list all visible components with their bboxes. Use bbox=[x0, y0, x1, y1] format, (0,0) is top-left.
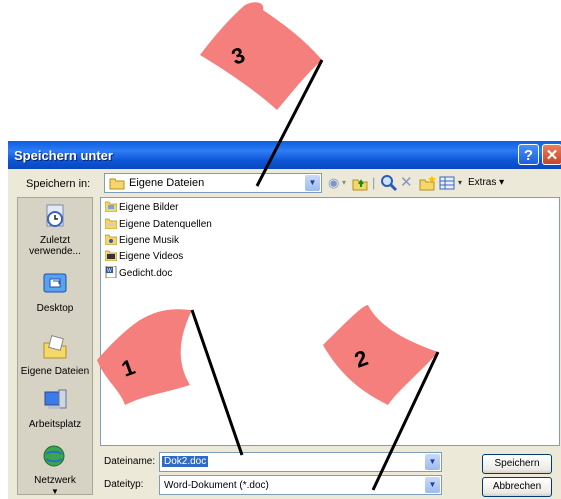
file-name: Eigene Videos bbox=[119, 251, 184, 262]
place-my-documents[interactable]: Eigene Dateien bbox=[18, 333, 92, 377]
place-network[interactable]: Netzwerk ▼ bbox=[18, 442, 92, 497]
cancel-button[interactable]: Abbrechen bbox=[482, 477, 552, 497]
list-item[interactable]: Eigene Datenquellen bbox=[105, 217, 212, 233]
place-label: Desktop bbox=[36, 303, 74, 314]
up-one-level-icon[interactable] bbox=[351, 174, 369, 192]
delete-icon[interactable]: ✕ bbox=[400, 174, 413, 192]
toolbar-separator: | bbox=[372, 175, 376, 190]
my-documents-icon bbox=[43, 335, 67, 359]
back-dropdown-icon[interactable]: ▾ bbox=[342, 174, 346, 192]
save-in-value: Eigene Dateien bbox=[129, 177, 205, 189]
extras-label: Extras bbox=[468, 177, 497, 188]
folder-icon bbox=[105, 250, 117, 261]
place-recent[interactable]: Zuletzt verwende... bbox=[18, 202, 92, 257]
network-icon bbox=[43, 445, 65, 467]
word-document-icon: W bbox=[105, 266, 117, 278]
list-item[interactable]: Eigene Musik bbox=[105, 233, 179, 249]
window-title: Speichern unter bbox=[14, 148, 113, 163]
help-button[interactable]: ? bbox=[518, 144, 539, 165]
views-dropdown-icon[interactable]: ▾ bbox=[458, 174, 462, 192]
filetype-value: Word-Dokument (*.doc) bbox=[164, 480, 269, 491]
list-item[interactable]: Eigene Bilder bbox=[105, 200, 178, 216]
scroll-down-icon[interactable]: ▼ bbox=[18, 486, 92, 497]
save-button[interactable]: Speichern bbox=[482, 454, 552, 474]
place-label: Arbeitsplatz bbox=[28, 419, 82, 430]
save-in-label: Speichern in: bbox=[26, 178, 91, 190]
folder-icon bbox=[105, 201, 117, 212]
views-icon[interactable] bbox=[438, 174, 456, 192]
list-item[interactable]: Eigene Videos bbox=[105, 249, 183, 265]
folder-icon bbox=[105, 218, 117, 229]
save-as-dialog: Speichern unter ? ✕ Speichern in: Eigene… bbox=[8, 141, 561, 499]
folder-icon bbox=[105, 234, 117, 245]
list-item[interactable]: W Gedicht.doc bbox=[105, 266, 172, 282]
my-computer-icon bbox=[44, 389, 67, 409]
folder-icon bbox=[109, 178, 125, 190]
file-name: Eigene Datenquellen bbox=[119, 219, 212, 230]
extras-menu[interactable]: Extras ▾ bbox=[468, 174, 504, 192]
desktop-icon bbox=[43, 273, 67, 293]
file-name: Eigene Musik bbox=[119, 235, 180, 246]
file-name: Eigene Bilder bbox=[119, 202, 179, 213]
place-my-computer[interactable]: Arbeitsplatz bbox=[18, 386, 92, 430]
recent-icon bbox=[46, 204, 64, 227]
annotation-flag-1: 1 bbox=[97, 309, 244, 456]
place-label: Eigene Dateien bbox=[20, 366, 90, 377]
annotation-flag-3: 3 bbox=[200, 2, 324, 187]
places-bar: Zuletzt verwende... Desktop Eigene Datei… bbox=[17, 197, 93, 497]
new-folder-icon[interactable] bbox=[418, 174, 436, 192]
place-desktop[interactable]: Desktop bbox=[18, 270, 92, 314]
place-label: Netzwerk bbox=[34, 475, 76, 486]
svg-text:W: W bbox=[107, 268, 112, 274]
search-web-icon[interactable] bbox=[380, 174, 398, 192]
filetype-label: Dateityp: bbox=[104, 479, 144, 490]
close-button[interactable]: ✕ bbox=[542, 144, 561, 165]
place-label: Zuletzt verwende... bbox=[29, 235, 81, 257]
file-name: Gedicht.doc bbox=[119, 268, 173, 279]
annotation-flag-2: 2 bbox=[323, 305, 440, 491]
